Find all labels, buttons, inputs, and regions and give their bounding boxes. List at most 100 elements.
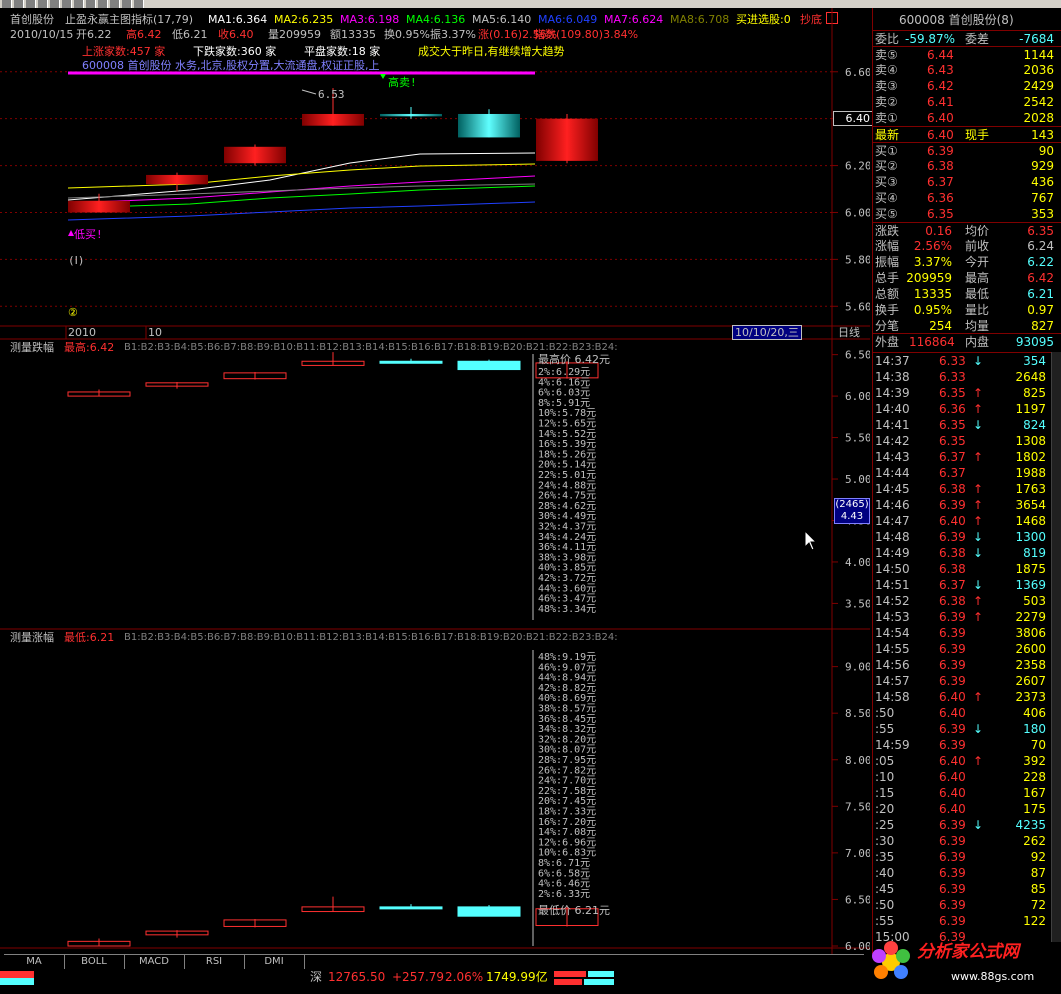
panel3-title: 测量涨幅	[10, 631, 54, 644]
tick-time: 14:51	[875, 578, 910, 592]
panel3-axis-label: 6.50	[845, 893, 870, 906]
tick-time: :20	[875, 802, 895, 816]
stat-label: 总额	[875, 287, 900, 301]
buy-level-label: 买⑤	[875, 207, 898, 221]
kline-chart-area[interactable]: 首创股份 止盈永赢主图指标(17,79) MA1:6.364 MA2:6.235…	[0, 8, 873, 954]
buy-volume: 90	[1038, 144, 1054, 158]
buy-price: 6.36	[927, 191, 954, 205]
toolbar-button[interactable]	[2, 0, 12, 8]
inner-label: 内盘	[965, 335, 990, 349]
panel2-title: 测量跌幅	[10, 341, 54, 354]
tick-direction-icon: ↓	[973, 546, 984, 560]
tick-price: 6.33	[939, 354, 966, 368]
tick-price: 6.39	[939, 866, 966, 880]
tick-scrollbar[interactable]	[1051, 352, 1061, 942]
tick-volume: 3806	[1015, 626, 1046, 640]
latest-label: 最新	[875, 128, 900, 142]
toolbar-button[interactable]	[86, 0, 96, 8]
buy-volume: 436	[1031, 175, 1054, 189]
top-toolbar	[0, 0, 1061, 8]
now-value: 143	[1031, 128, 1054, 142]
status-amount: 1749.99亿	[486, 970, 548, 984]
toolbar-button[interactable]	[134, 0, 144, 8]
tick-time: 14:47	[875, 514, 910, 528]
tick-direction-icon: ↑	[973, 482, 984, 496]
tick-volume: 825	[1023, 386, 1046, 400]
tick-list[interactable]: 14:37 6.33 354 ↓ 14:38 6.33 2648 14:39 6.35 825 ↑ 1…	[873, 352, 1061, 944]
tick-price: 6.37	[939, 578, 966, 592]
sell-level-label: 卖③	[875, 79, 898, 93]
toolbar-button[interactable]	[110, 0, 120, 8]
stat-label: 最低	[965, 287, 990, 301]
tick-price: 6.35	[939, 386, 966, 400]
toolbar-button[interactable]	[98, 0, 108, 8]
tick-time: :50	[875, 898, 895, 912]
tick-time: :55	[875, 722, 895, 736]
tick-volume: 1988	[1015, 466, 1046, 480]
tick-row: 14:56 6.39 2358	[873, 657, 1061, 673]
tab-ma[interactable]: MA	[4, 955, 65, 969]
main-candle-body	[302, 113, 364, 126]
weibi-row: 委比 -59.87% 委差 -7684	[873, 30, 1061, 47]
tick-time: 14:54	[875, 626, 910, 640]
tick-row: :50 6.40 406	[873, 705, 1061, 721]
toolbar-button[interactable]	[50, 0, 60, 8]
moving-average-line	[67, 201, 536, 221]
tick-direction-icon: ↑	[973, 594, 984, 608]
tick-row: 14:57 6.39 2607	[873, 673, 1061, 689]
quote-title-row: 600008 首创股份(8)	[873, 12, 1061, 28]
tick-price: 6.39	[939, 722, 966, 736]
tick-time: :05	[875, 754, 895, 768]
buy-price: 6.38	[927, 159, 954, 173]
tick-row: 14:55 6.39 2600	[873, 641, 1061, 657]
high-price-pointer	[301, 89, 317, 95]
site-logo: 分析家公式网 www.88gs.com	[865, 934, 1061, 994]
tick-price: 6.36	[939, 402, 966, 416]
panel2-axis-label: 5.50	[845, 432, 870, 445]
toolbar-button[interactable]	[14, 0, 24, 8]
tick-time: 14:49	[875, 546, 910, 560]
tab-boll[interactable]: BOLL	[64, 955, 125, 969]
tick-price: 6.33	[939, 370, 966, 384]
stat-value: 0.16	[925, 224, 952, 238]
tick-direction-icon: ↓	[973, 578, 984, 592]
main-axis-label: 6.60	[845, 66, 870, 79]
buy-order-row: 买③ 6.37 436	[873, 174, 1061, 190]
tick-direction-icon: ↑	[973, 514, 984, 528]
toolbar-button[interactable]	[62, 0, 72, 8]
tab-rsi[interactable]: RSI	[184, 955, 245, 969]
stat-label: 振幅	[875, 255, 900, 269]
toolbar-button[interactable]	[38, 0, 48, 8]
toolbar-button[interactable]	[74, 0, 84, 8]
sell-volume: 2036	[1023, 63, 1054, 77]
latest-row: 最新 6.40 现手 143	[873, 126, 1061, 143]
sell-order-row: 卖④ 6.43 2036	[873, 62, 1061, 78]
sell-signal-label: 高卖!	[388, 75, 417, 89]
tick-volume: 1763	[1015, 482, 1046, 496]
tick-row: 14:49 6.38 819 ↓	[873, 545, 1061, 561]
toolbar-button[interactable]	[26, 0, 36, 8]
stat-label: 均量	[965, 319, 990, 333]
tick-volume: 70	[1030, 738, 1046, 752]
tick-row: 14:39 6.35 825 ↑	[873, 385, 1061, 401]
tab-macd[interactable]: MACD	[124, 955, 185, 969]
tick-price: 6.39	[939, 530, 966, 544]
period-label[interactable]: 日线	[838, 326, 860, 339]
tick-row: 14:53 6.39 2279 ↑	[873, 609, 1061, 625]
stat-value: 6.24	[1027, 239, 1054, 253]
stat-value: 6.42	[1027, 271, 1054, 285]
tick-time: 14:37	[875, 354, 910, 368]
stat-value: 2.56%	[913, 239, 952, 253]
stat-value: 827	[1031, 319, 1054, 333]
tick-price: 6.40	[939, 706, 966, 720]
tab-dmi[interactable]: DMI	[244, 955, 305, 969]
buy-level-label: 买④	[875, 191, 898, 205]
tick-volume: 85	[1030, 882, 1046, 896]
sell-price: 6.40	[927, 111, 954, 125]
tick-time: :10	[875, 770, 895, 784]
panel3-candle-body	[379, 906, 443, 910]
outer-inner-row: 外盘 116864 内盘 93095	[873, 333, 1061, 350]
stat-row: 振幅 3.37% 今开 6.22	[873, 254, 1061, 270]
tick-price: 6.39	[939, 498, 966, 512]
toolbar-button[interactable]	[122, 0, 132, 8]
